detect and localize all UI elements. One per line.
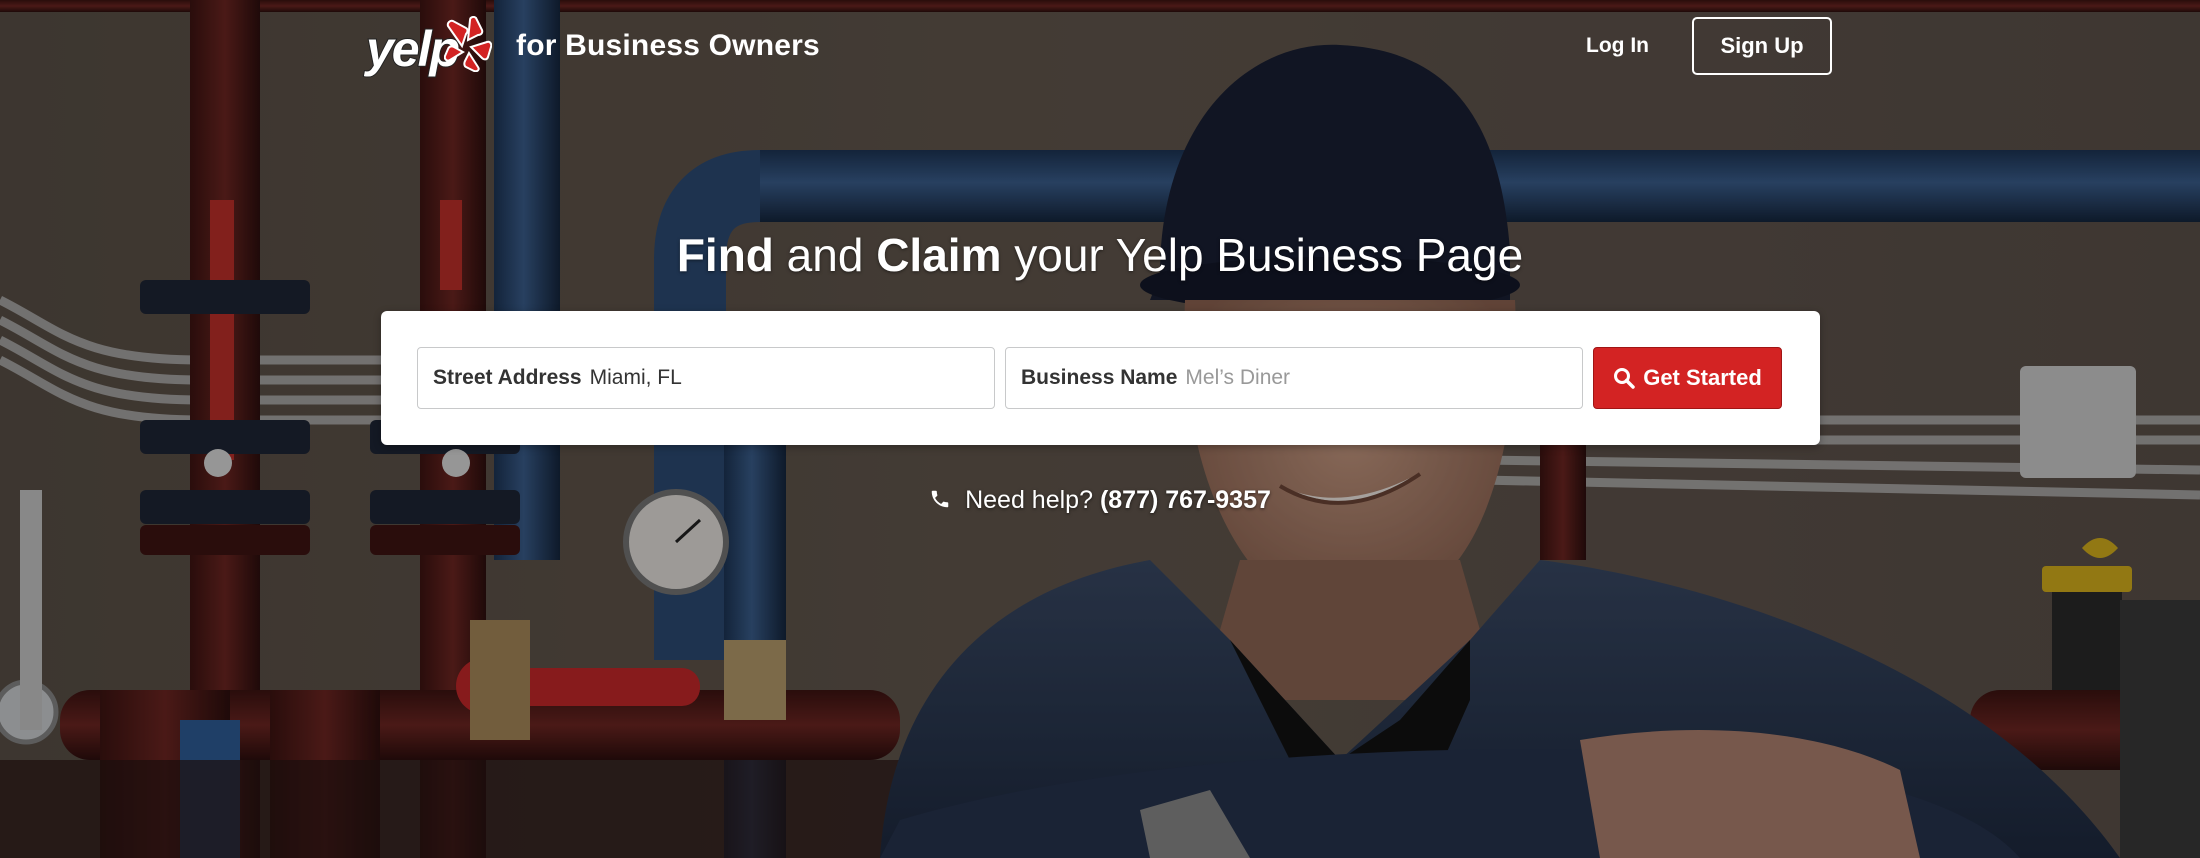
for-business-owners-tagline: for Business Owners (516, 29, 820, 62)
log-in-link[interactable]: Log In (1586, 34, 1649, 58)
headline-rest: your Yelp Business Page (1001, 229, 1524, 281)
top-header: yelp for Business Owners Log In Sign Up (0, 0, 2200, 96)
street-address-field[interactable]: Street Address Miami, FL (417, 347, 995, 409)
business-name-placeholder[interactable]: Mel’s Diner (1185, 366, 1290, 390)
search-icon (1614, 368, 1635, 389)
yelp-logo[interactable]: yelp (365, 14, 492, 82)
search-card: Street Address Miami, FL Business Name M… (381, 311, 1820, 445)
headline-claim: Claim (876, 229, 1002, 281)
headline-and: and (773, 229, 877, 281)
business-name-field[interactable]: Business Name Mel’s Diner (1005, 347, 1583, 409)
get-started-button[interactable]: Get Started (1593, 347, 1782, 409)
headline-find: Find (676, 229, 774, 281)
street-address-value[interactable]: Miami, FL (590, 366, 682, 390)
page-headline: Find and Claim your Yelp Business Page (0, 228, 2200, 282)
need-help-text: Need help? (965, 486, 1093, 514)
phone-icon (931, 490, 949, 508)
street-address-label: Street Address (433, 366, 582, 389)
yelp-burst-icon (444, 16, 492, 72)
get-started-label: Get Started (1643, 365, 1762, 390)
help-line: Need help? (877) 767-9357 (0, 486, 2200, 515)
business-name-label: Business Name (1021, 366, 1178, 389)
help-phone-number[interactable]: (877) 767-9357 (1100, 486, 1271, 514)
sign-up-button[interactable]: Sign Up (1692, 17, 1832, 75)
